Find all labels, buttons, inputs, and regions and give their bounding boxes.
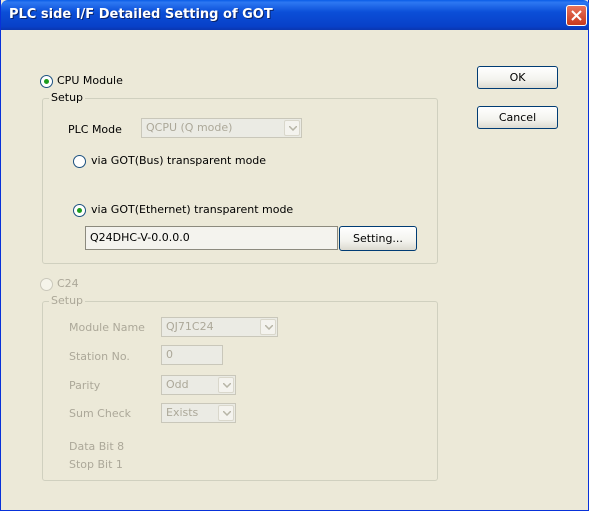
- parity-select: Odd: [161, 375, 236, 395]
- station-no-label: Station No.: [69, 350, 130, 363]
- cpu-module-radio[interactable]: [40, 75, 53, 88]
- sum-check-select: Exists: [161, 403, 236, 423]
- window-title: PLC side I/F Detailed Setting of GOT: [9, 7, 273, 22]
- chevron-down-icon: [223, 383, 231, 388]
- parity-dropdown-button: [218, 377, 234, 393]
- plc-mode-value: QCPU (Q mode): [146, 121, 233, 134]
- chevron-down-icon: [265, 325, 273, 330]
- plc-mode-label: PLC Mode: [68, 123, 122, 136]
- bus-transparent-mode-radio[interactable]: [73, 155, 86, 168]
- chevron-down-icon: [289, 126, 297, 131]
- module-name-dropdown-button: [260, 319, 276, 335]
- ethernet-target-field: Q24DHC-V-0.0.0.0: [85, 226, 338, 250]
- close-button[interactable]: [566, 5, 587, 26]
- stop-bit-text: Stop Bit 1: [69, 458, 123, 471]
- setting-button[interactable]: Setting...: [339, 226, 417, 251]
- ethernet-transparent-mode-label: via GOT(Ethernet) transparent mode: [91, 203, 294, 216]
- ethernet-transparent-mode-radio[interactable]: [73, 204, 86, 217]
- plc-mode-select: QCPU (Q mode): [141, 118, 302, 138]
- ok-button[interactable]: OK: [477, 66, 558, 89]
- bus-transparent-mode-label: via GOT(Bus) transparent mode: [91, 154, 267, 167]
- module-name-select: QJ71C24: [161, 317, 278, 337]
- c24-label: C24: [57, 277, 79, 290]
- parity-value: Odd: [166, 378, 189, 391]
- cpu-module-label: CPU Module: [57, 74, 123, 87]
- c24-setup-group-title: Setup: [49, 294, 86, 307]
- close-icon: [571, 10, 582, 21]
- c24-radio[interactable]: [40, 278, 53, 291]
- module-name-value: QJ71C24: [166, 320, 214, 333]
- station-no-field: 0: [161, 345, 223, 365]
- title-bar[interactable]: PLC side I/F Detailed Setting of GOT: [1, 0, 589, 30]
- cancel-button[interactable]: Cancel: [477, 106, 558, 129]
- sum-check-label: Sum Check: [69, 407, 132, 420]
- cpu-setup-group-title: Setup: [49, 91, 86, 104]
- data-bit-text: Data Bit 8: [69, 440, 125, 453]
- module-name-label: Module Name: [69, 321, 145, 334]
- sum-check-value: Exists: [166, 406, 199, 419]
- dialog-client-area: OK Cancel CPU Module Setup PLC Mode QCPU…: [5, 30, 584, 506]
- chevron-down-icon: [223, 411, 231, 416]
- parity-label: Parity: [69, 379, 101, 392]
- plc-mode-dropdown-button: [284, 120, 300, 136]
- sum-check-dropdown-button: [218, 405, 234, 421]
- dialog-window: PLC side I/F Detailed Setting of GOT OK …: [0, 0, 589, 511]
